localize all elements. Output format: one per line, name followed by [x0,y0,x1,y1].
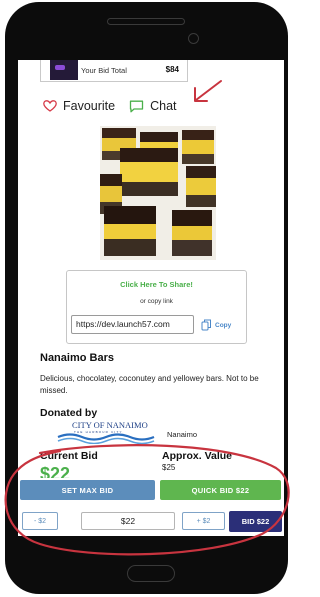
bid-total-value: $84 [165,65,179,74]
bid-button[interactable]: BID $22 [229,511,282,532]
bid-panel: SET MAX BID QUICK BID $22 - $2 $22 + $2 … [18,478,284,536]
share-link[interactable]: Click Here To Share! [67,280,246,289]
phone-speaker [107,18,185,25]
annotation-arrow-icon [194,80,222,102]
item-title: Nanaimo Bars [40,352,114,364]
donor-name: Nanaimo [167,430,198,439]
increase-bid-button[interactable]: + $2 [182,512,225,530]
bid-total-bar: Your Bid Total $84 [40,60,188,82]
donated-by-heading: Donated by [40,407,98,419]
item-actions: Favourite Chat [43,98,177,114]
heart-icon [43,100,57,112]
current-bid-label: Current Bid [40,450,98,462]
chat-label: Chat [150,99,177,113]
approx-value-label: Approx. Value [162,450,233,462]
phone-frame: Your Bid Total $84 Favourite Chat Click … [5,2,288,594]
current-bid-value: $22 [40,464,71,478]
chat-bubble-icon [129,100,144,112]
chat-button[interactable]: Chat [129,99,177,113]
copy-label: Copy [215,321,232,329]
decrease-bid-button[interactable]: - $2 [22,512,58,530]
phone-camera [188,33,199,44]
donor-logo-sub: THE HARBOUR CITY [74,430,123,434]
share-panel: Click Here To Share! or copy link https:… [66,270,247,344]
favourite-label: Favourite [63,99,116,113]
donor-logo: CITY OF NANAIMO THE HARBOUR CITY [57,420,155,444]
copy-button[interactable]: Copy [201,316,231,334]
favourite-button[interactable]: Favourite [43,99,115,113]
donor-logo-text: CITY OF NANAIMO [72,420,148,430]
bid-total-label: Your Bid Total [81,66,127,75]
product-image [100,126,216,260]
approx-value: $25 [162,463,176,472]
app-screen: Your Bid Total $84 Favourite Chat Click … [18,60,284,536]
set-max-bid-button[interactable]: SET MAX BID [20,480,155,500]
phone-home-button [127,565,175,582]
item-description: Delicious, chocolatey, coconutey and yel… [40,374,259,395]
quick-bid-button[interactable]: QUICK BID $22 [160,480,281,500]
bid-total-thumbnail [50,60,78,80]
bid-amount-input[interactable]: $22 [81,512,175,530]
copy-icon [201,319,211,331]
share-url-field[interactable]: https://dev.launch57.com [71,315,194,334]
share-or-text: or copy link [140,298,173,305]
